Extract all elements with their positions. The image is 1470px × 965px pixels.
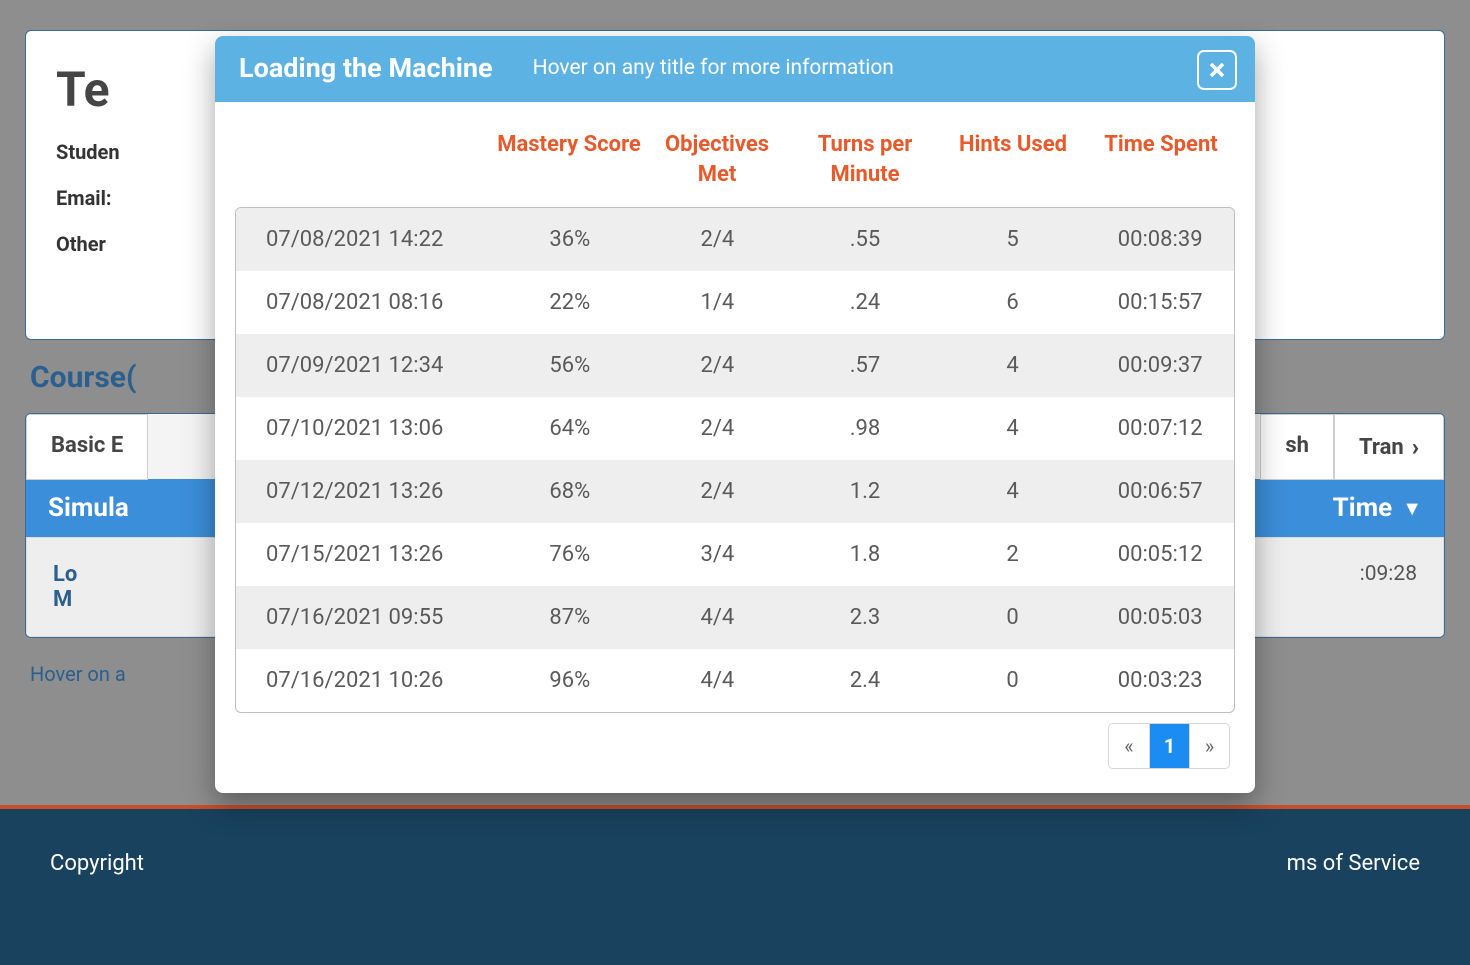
cell-objectives: 2/4 — [644, 416, 792, 441]
modal-header: Loading the Machine Hover on any title f… — [215, 36, 1255, 102]
header-time[interactable]: Time Spent — [1087, 130, 1235, 189]
attempts-modal: Loading the Machine Hover on any title f… — [215, 36, 1255, 793]
pager-prev[interactable]: « — [1109, 724, 1149, 768]
close-icon — [1207, 60, 1227, 80]
cell-timestamp: 07/10/2021 13:06 — [236, 416, 496, 441]
cell-mastery: 68% — [496, 479, 644, 504]
table-row: 07/10/2021 13:0664%2/4.98400:07:12 — [236, 397, 1234, 460]
cell-tpm: .24 — [791, 290, 939, 315]
cell-tpm: .55 — [791, 227, 939, 252]
cell-tpm: 1.2 — [791, 479, 939, 504]
table-row: 07/16/2021 10:2696%4/42.4000:03:23 — [236, 649, 1234, 712]
column-headers: Mastery Score Objectives Met Turns per M… — [235, 102, 1235, 207]
cell-timestamp: 07/16/2021 10:26 — [236, 668, 496, 693]
cell-hints: 0 — [939, 668, 1087, 693]
cell-hints: 4 — [939, 353, 1087, 378]
cell-tpm: .98 — [791, 416, 939, 441]
cell-objectives: 4/4 — [644, 668, 792, 693]
cell-mastery: 96% — [496, 668, 644, 693]
cell-mastery: 87% — [496, 605, 644, 630]
cell-time: 00:08:39 — [1086, 227, 1234, 252]
table-row: 07/09/2021 12:3456%2/4.57400:09:37 — [236, 334, 1234, 397]
cell-tpm: 2.3 — [791, 605, 939, 630]
cell-tpm: 2.4 — [791, 668, 939, 693]
cell-time: 00:05:12 — [1086, 542, 1234, 567]
attempts-table: 07/08/2021 14:2236%2/4.55500:08:3907/08/… — [235, 207, 1235, 713]
cell-mastery: 76% — [496, 542, 644, 567]
modal-overlay: Loading the Machine Hover on any title f… — [0, 0, 1470, 965]
cell-tpm: 1.8 — [791, 542, 939, 567]
cell-hints: 0 — [939, 605, 1087, 630]
cell-hints: 5 — [939, 227, 1087, 252]
table-row: 07/12/2021 13:2668%2/41.2400:06:57 — [236, 460, 1234, 523]
table-row: 07/15/2021 13:2676%3/41.8200:05:12 — [236, 523, 1234, 586]
pager-next[interactable]: » — [1189, 724, 1229, 768]
cell-objectives: 1/4 — [644, 290, 792, 315]
pagination: « 1 » — [235, 723, 1235, 769]
cell-timestamp: 07/16/2021 09:55 — [236, 605, 496, 630]
header-objectives[interactable]: Objectives Met — [643, 130, 791, 189]
cell-hints: 4 — [939, 479, 1087, 504]
cell-time: 00:03:23 — [1086, 668, 1234, 693]
modal-title: Loading the Machine — [239, 52, 493, 84]
cell-objectives: 3/4 — [644, 542, 792, 567]
cell-timestamp: 07/15/2021 13:26 — [236, 542, 496, 567]
close-button[interactable] — [1197, 50, 1237, 90]
cell-time: 00:15:57 — [1086, 290, 1234, 315]
cell-mastery: 22% — [496, 290, 644, 315]
cell-mastery: 64% — [496, 416, 644, 441]
cell-mastery: 36% — [496, 227, 644, 252]
header-tpm[interactable]: Turns per Minute — [791, 130, 939, 189]
cell-hints: 2 — [939, 542, 1087, 567]
cell-objectives: 2/4 — [644, 353, 792, 378]
header-hints[interactable]: Hints Used — [939, 130, 1087, 189]
cell-time: 00:07:12 — [1086, 416, 1234, 441]
cell-objectives: 2/4 — [644, 479, 792, 504]
cell-time: 00:09:37 — [1086, 353, 1234, 378]
cell-objectives: 2/4 — [644, 227, 792, 252]
cell-objectives: 4/4 — [644, 605, 792, 630]
cell-timestamp: 07/08/2021 08:16 — [236, 290, 496, 315]
cell-mastery: 56% — [496, 353, 644, 378]
cell-time: 00:06:57 — [1086, 479, 1234, 504]
cell-timestamp: 07/08/2021 14:22 — [236, 227, 496, 252]
cell-time: 00:05:03 — [1086, 605, 1234, 630]
cell-timestamp: 07/12/2021 13:26 — [236, 479, 496, 504]
cell-timestamp: 07/09/2021 12:34 — [236, 353, 496, 378]
cell-hints: 4 — [939, 416, 1087, 441]
table-row: 07/16/2021 09:5587%4/42.3000:05:03 — [236, 586, 1234, 649]
table-row: 07/08/2021 08:1622%1/4.24600:15:57 — [236, 271, 1234, 334]
pager-page-1[interactable]: 1 — [1149, 724, 1189, 768]
cell-tpm: .57 — [791, 353, 939, 378]
header-mastery[interactable]: Mastery Score — [495, 130, 643, 189]
modal-subtitle: Hover on any title for more information — [533, 56, 894, 80]
cell-hints: 6 — [939, 290, 1087, 315]
table-row: 07/08/2021 14:2236%2/4.55500:08:39 — [236, 208, 1234, 271]
